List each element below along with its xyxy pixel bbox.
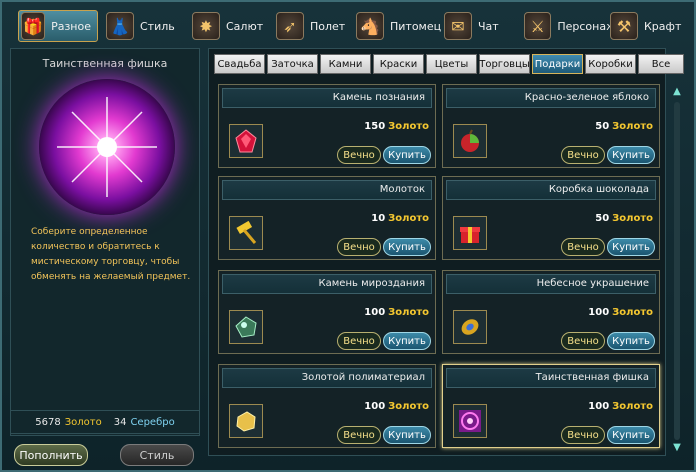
buy-button[interactable]: Купить [383, 426, 431, 444]
subtab-paints[interactable]: Краски [373, 54, 424, 74]
tab-label: Полет [310, 19, 346, 33]
scroll-down-icon[interactable]: ▼ [670, 442, 684, 454]
red-crystal-icon [229, 124, 263, 158]
apple-icon [453, 124, 487, 158]
buy-button[interactable]: Купить [607, 332, 655, 350]
tab-character[interactable]: ⚔ Персонаж [524, 10, 616, 42]
subtab-gifts[interactable]: Подарки [532, 54, 583, 74]
item-name: Камень мироздания [222, 274, 432, 294]
item-name: Коробка шоколада [446, 180, 656, 200]
hammer-icon [229, 216, 263, 250]
tab-label: Чат [478, 19, 499, 33]
forever-button[interactable]: Вечно [337, 238, 381, 256]
outfit-icon: 👗 [106, 12, 134, 40]
buy-button[interactable]: Купить [607, 238, 655, 256]
item-name: Красно-зеленое яблоко [446, 88, 656, 108]
forever-button[interactable]: Вечно [561, 426, 605, 444]
shop-item-card[interactable]: Красно-зеленое яблоко 50 Золото Вечно Куп… [442, 84, 660, 168]
currency-balance: 5678 Золото 34 Серебро [10, 410, 200, 434]
tab-pet[interactable]: 🐴 Питомец [356, 10, 442, 42]
mystery-token-preview-icon [39, 79, 175, 215]
forever-button[interactable]: Вечно [561, 146, 605, 164]
gold-ore-icon [229, 404, 263, 438]
ornament-icon [453, 310, 487, 344]
green-stone-icon [229, 310, 263, 344]
tab-craft[interactable]: ⚒ Крафт [610, 10, 688, 42]
forever-button[interactable]: Вечно [337, 332, 381, 350]
shop-item-card[interactable]: Молоток 10 Золото Вечно Купить [218, 176, 436, 260]
buy-button[interactable]: Купить [607, 426, 655, 444]
item-price: 100 Золото [364, 401, 429, 412]
scroll-track[interactable] [674, 102, 680, 440]
shop-scrollbar[interactable]: ▲ ▼ [668, 86, 686, 456]
subtab-stones[interactable]: Камни [320, 54, 371, 74]
shop-item-card[interactable]: Камень мироздания 100 Золото Вечно Купить [218, 270, 436, 354]
item-name: Молоток [222, 180, 432, 200]
item-price: 50 Золото [595, 121, 653, 132]
item-description: Соберите определенное количество и обрат… [31, 227, 191, 282]
gift-box-icon [453, 216, 487, 250]
firework-icon: ✸ [192, 12, 220, 40]
buy-button[interactable]: Купить [383, 332, 431, 350]
subtab-sharpening[interactable]: Заточка [267, 54, 318, 74]
item-name: Таинственная фишка [446, 368, 656, 388]
item-name: Золотой полиматериал [222, 368, 432, 388]
shop-item-card[interactable]: Золотой полиматериал 100 Золото Вечно Куп… [218, 364, 436, 448]
tab-misc[interactable]: 🎁 Разное [18, 10, 98, 42]
wing-icon: ➶ [276, 12, 304, 40]
tab-fireworks[interactable]: ✸ Салют [192, 10, 270, 42]
buy-button[interactable]: Купить [607, 146, 655, 164]
silver-amount: 34 [113, 416, 127, 428]
tab-label: Персонаж [557, 19, 616, 33]
tab-label: Питомец [390, 19, 442, 33]
shop-item-card-selected[interactable]: Таинственная фишка 100 Золото Вечно Купит… [442, 364, 660, 448]
silver-label: Серебро [130, 416, 175, 428]
buy-button[interactable]: Купить [383, 146, 431, 164]
topup-button[interactable]: Пополнить [14, 444, 88, 466]
tab-label: Стиль [140, 19, 175, 33]
subtab-all[interactable]: Все [638, 54, 684, 74]
chat-icon: ✉ [444, 12, 472, 40]
forever-button[interactable]: Вечно [561, 238, 605, 256]
tab-label: Крафт [644, 19, 682, 33]
subtab-boxes[interactable]: Коробки [585, 54, 636, 74]
item-name: Камень познания [222, 88, 432, 108]
shop-item-card[interactable]: Небесное украшение 100 Золото Вечно Купит… [442, 270, 660, 354]
shop-window: 🎁 Разное 👗 Стиль ✸ Салют ➶ Полет 🐴 Питом… [0, 0, 696, 472]
subtab-flowers[interactable]: Цветы [426, 54, 477, 74]
preview-item-title: Таинственная фишка [42, 57, 168, 70]
tab-label: Разное [51, 19, 91, 33]
item-price: 100 Золото [364, 307, 429, 318]
tab-chat[interactable]: ✉ Чат [444, 10, 522, 42]
scroll-up-icon[interactable]: ▲ [670, 86, 684, 98]
character-icon: ⚔ [524, 12, 552, 40]
subtab-wedding[interactable]: Свадьба [214, 54, 265, 74]
pet-icon: 🐴 [356, 12, 384, 40]
item-name: Небесное украшение [446, 274, 656, 294]
forever-button[interactable]: Вечно [337, 426, 381, 444]
item-price: 100 Золото [588, 401, 653, 412]
item-price: 50 Золото [595, 213, 653, 224]
gold-label: Золото [64, 416, 102, 428]
craft-icon: ⚒ [610, 12, 638, 40]
tab-style[interactable]: 👗 Стиль [106, 10, 184, 42]
item-price: 10 Золото [371, 213, 429, 224]
subtab-merchants[interactable]: Торговцы [479, 54, 530, 74]
style-button[interactable]: Стиль [120, 444, 194, 466]
sub-category-tabs: Свадьба Заточка Камни Краски Цветы Торго… [214, 54, 684, 74]
tab-flight[interactable]: ➶ Полет [276, 10, 354, 42]
forever-button[interactable]: Вечно [561, 332, 605, 350]
shop-item-card[interactable]: Коробка шоколада 50 Золото Вечно Купить [442, 176, 660, 260]
item-price: 150 Золото [364, 121, 429, 132]
mystery-token-icon [453, 404, 487, 438]
item-preview-panel: Таинственная фишка Соберите определенное… [10, 48, 200, 436]
tab-label: Салют [226, 19, 264, 33]
shop-item-card[interactable]: Камень познания 150 Золото Вечно Купить [218, 84, 436, 168]
gift-icon: 🎁 [21, 12, 46, 40]
item-price: 100 Золото [588, 307, 653, 318]
category-tabs: 🎁 Разное 👗 Стиль ✸ Салют ➶ Полет 🐴 Питом… [14, 10, 694, 44]
forever-button[interactable]: Вечно [337, 146, 381, 164]
gold-amount: 5678 [35, 416, 61, 428]
buy-button[interactable]: Купить [383, 238, 431, 256]
